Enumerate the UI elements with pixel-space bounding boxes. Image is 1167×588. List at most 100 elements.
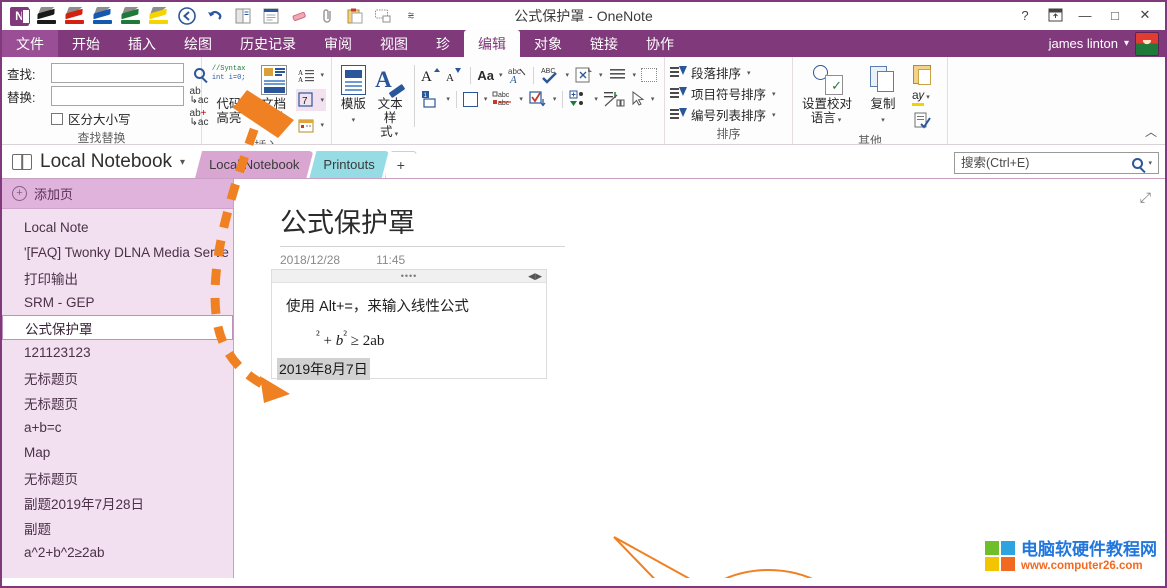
translate-caret-icon[interactable]: ▾	[597, 71, 605, 79]
copy-button[interactable]: 复制 ▾	[860, 61, 906, 128]
page-number-icon[interactable]: 7	[296, 89, 317, 111]
calendar-icon[interactable]	[296, 114, 317, 136]
search-box[interactable]: ▾	[954, 152, 1159, 174]
page-item-selected[interactable]: 公式保护罩	[2, 315, 233, 340]
border-icon[interactable]	[461, 88, 481, 110]
calendar-caret-icon[interactable]: ▾	[318, 121, 326, 129]
split-icon[interactable]	[601, 88, 627, 110]
tab-insert[interactable]: 插入	[114, 30, 170, 57]
back-button[interactable]	[174, 4, 200, 28]
pen-green-icon[interactable]	[118, 4, 144, 28]
match-case-checkbox[interactable]	[51, 113, 63, 125]
strikethrough-caret-icon[interactable]: ▾	[517, 95, 525, 103]
bullet-caret-icon[interactable]: ▾	[592, 95, 600, 103]
tab-history[interactable]: 历史记录	[226, 30, 310, 57]
user-account-area[interactable]: james linton ▾	[1049, 30, 1161, 57]
template-caret-icon[interactable]: ▾	[350, 117, 358, 124]
notebook-selector[interactable]: Local Notebook ▾	[2, 151, 195, 178]
code-highlight-button[interactable]: //Syntaxint i=0; 代码 高亮	[207, 61, 251, 125]
spell-check-caret-icon[interactable]: ▾	[563, 71, 571, 79]
tab-review[interactable]: 审阅	[310, 30, 366, 57]
search-input[interactable]	[959, 155, 1128, 171]
tab-object[interactable]: 对象	[520, 30, 576, 57]
note-date-selected[interactable]: 2019年8月7日	[277, 358, 370, 380]
full-page-view-button[interactable]	[258, 4, 284, 28]
page-item[interactable]: 打印输出	[2, 265, 233, 290]
numbering-icon[interactable]: 1	[419, 88, 443, 110]
page-item[interactable]: 121123123	[2, 340, 233, 365]
sort-bullets-caret-icon[interactable]: ▾	[770, 90, 778, 98]
set-proofing-language-button[interactable]: ✓ 设置校对 语言▾	[798, 61, 856, 128]
replace-input[interactable]	[51, 86, 184, 106]
tab-link[interactable]: 链接	[576, 30, 632, 57]
translate-icon[interactable]	[572, 64, 596, 86]
change-case-icon[interactable]: Aa	[475, 64, 496, 86]
tab-home[interactable]: 开始	[58, 30, 114, 57]
shrink-font-icon[interactable]: A	[444, 64, 466, 86]
proof-doc-icon[interactable]	[911, 109, 933, 131]
page-item[interactable]: '[FAQ] Twonky DLNA Media Serve	[2, 240, 233, 265]
grow-font-icon[interactable]: A	[419, 64, 443, 86]
tab-file[interactable]: 文件	[2, 30, 58, 57]
todo-check-caret-icon[interactable]: ▾	[551, 95, 559, 103]
tab-view[interactable]: 视图	[366, 30, 422, 57]
sort-bullets-button[interactable]: 项目符号排序 ▾	[670, 84, 778, 103]
page-view-button[interactable]	[230, 4, 256, 28]
add-page-button[interactable]: + 添加页	[2, 179, 233, 209]
search-icon[interactable]	[1128, 153, 1146, 174]
eraser-icon[interactable]	[286, 4, 312, 28]
border-caret-icon[interactable]: ▾	[482, 95, 490, 103]
strikethrough-icon[interactable]: abcabc	[490, 88, 516, 110]
attach-file-icon[interactable]	[314, 4, 340, 28]
page-canvas[interactable]: ⤢ 公式保护罩 2018/12/28 11:45 •••• ◀▶ 使用 Alt+…	[234, 179, 1165, 578]
page-number-caret-icon[interactable]: ▾	[318, 96, 326, 104]
pen-blue-icon[interactable]	[90, 4, 116, 28]
select-caret-icon[interactable]: ▾	[649, 95, 657, 103]
paragraph-spacing-icon[interactable]: AA	[296, 64, 317, 86]
pen-red-icon[interactable]	[62, 4, 88, 28]
section-tab-printouts[interactable]: Printouts	[309, 151, 388, 178]
sort-paragraph-button[interactable]: 段落排序 ▾	[670, 63, 778, 82]
sort-paragraph-caret-icon[interactable]: ▾	[745, 69, 753, 77]
maximize-button[interactable]: □	[1101, 4, 1129, 26]
paste-icon[interactable]	[342, 4, 368, 28]
paragraph-spacing-caret-icon[interactable]: ▾	[318, 71, 326, 79]
avatar[interactable]	[1135, 32, 1159, 56]
tab-draw[interactable]: 绘图	[170, 30, 226, 57]
note-text-line[interactable]: 使用 Alt+=，来输入线性公式	[272, 283, 546, 316]
collapse-ribbon-button[interactable]: ︿	[1145, 123, 1157, 140]
change-case-caret-icon[interactable]: ▾	[497, 71, 505, 79]
find-input[interactable]	[51, 63, 184, 83]
document-parts-button[interactable]: 文档 部件	[252, 61, 296, 125]
page-item[interactable]: SRM - GEP	[2, 290, 233, 315]
select-cursor-icon[interactable]	[628, 88, 648, 110]
tab-zhen[interactable]: 珍	[422, 30, 464, 57]
tab-edit[interactable]: 编辑	[464, 30, 520, 57]
add-section-button[interactable]: +	[385, 151, 417, 178]
help-button[interactable]: ?	[1011, 4, 1039, 26]
note-handle-arrows[interactable]: ◀▶	[528, 271, 542, 282]
search-caret-icon[interactable]: ▾	[1146, 159, 1154, 167]
pen-black-icon[interactable]	[34, 4, 60, 28]
ribbon-display-options-icon[interactable]	[1041, 4, 1069, 26]
clear-formatting-icon[interactable]: abcA	[505, 64, 529, 86]
sort-numbered-caret-icon[interactable]: ▾	[770, 111, 778, 119]
page-title[interactable]: 公式保护罩	[280, 201, 565, 247]
note-container[interactable]: •••• ◀▶ 使用 Alt+=，来输入线性公式 ² + b² ≥ 2ab 20…	[271, 269, 547, 379]
copy-caret-icon[interactable]: ▾	[879, 117, 887, 124]
tab-collaborate[interactable]: 协作	[632, 30, 688, 57]
notebook-caret-icon[interactable]: ▾	[180, 157, 185, 168]
text-style-button[interactable]: A 文本样 式▾	[372, 61, 409, 142]
page-item[interactable]: a+b=c	[2, 415, 233, 440]
align-icon[interactable]	[606, 64, 630, 86]
bullet-icon[interactable]	[567, 88, 591, 110]
todo-check-icon[interactable]	[526, 88, 550, 110]
page-item[interactable]: Local Note	[2, 215, 233, 240]
page-item[interactable]: a^2+b^2≥2ab	[2, 540, 233, 565]
highlight-icon[interactable]: a𝑦▾	[910, 86, 934, 108]
highlighter-yellow-icon[interactable]	[146, 4, 172, 28]
page-item[interactable]: 副题2019年7月28日	[2, 490, 233, 515]
user-caret-icon[interactable]: ▾	[1124, 38, 1129, 49]
screen-clipping-icon[interactable]	[370, 4, 396, 28]
undo-button[interactable]	[202, 4, 228, 28]
